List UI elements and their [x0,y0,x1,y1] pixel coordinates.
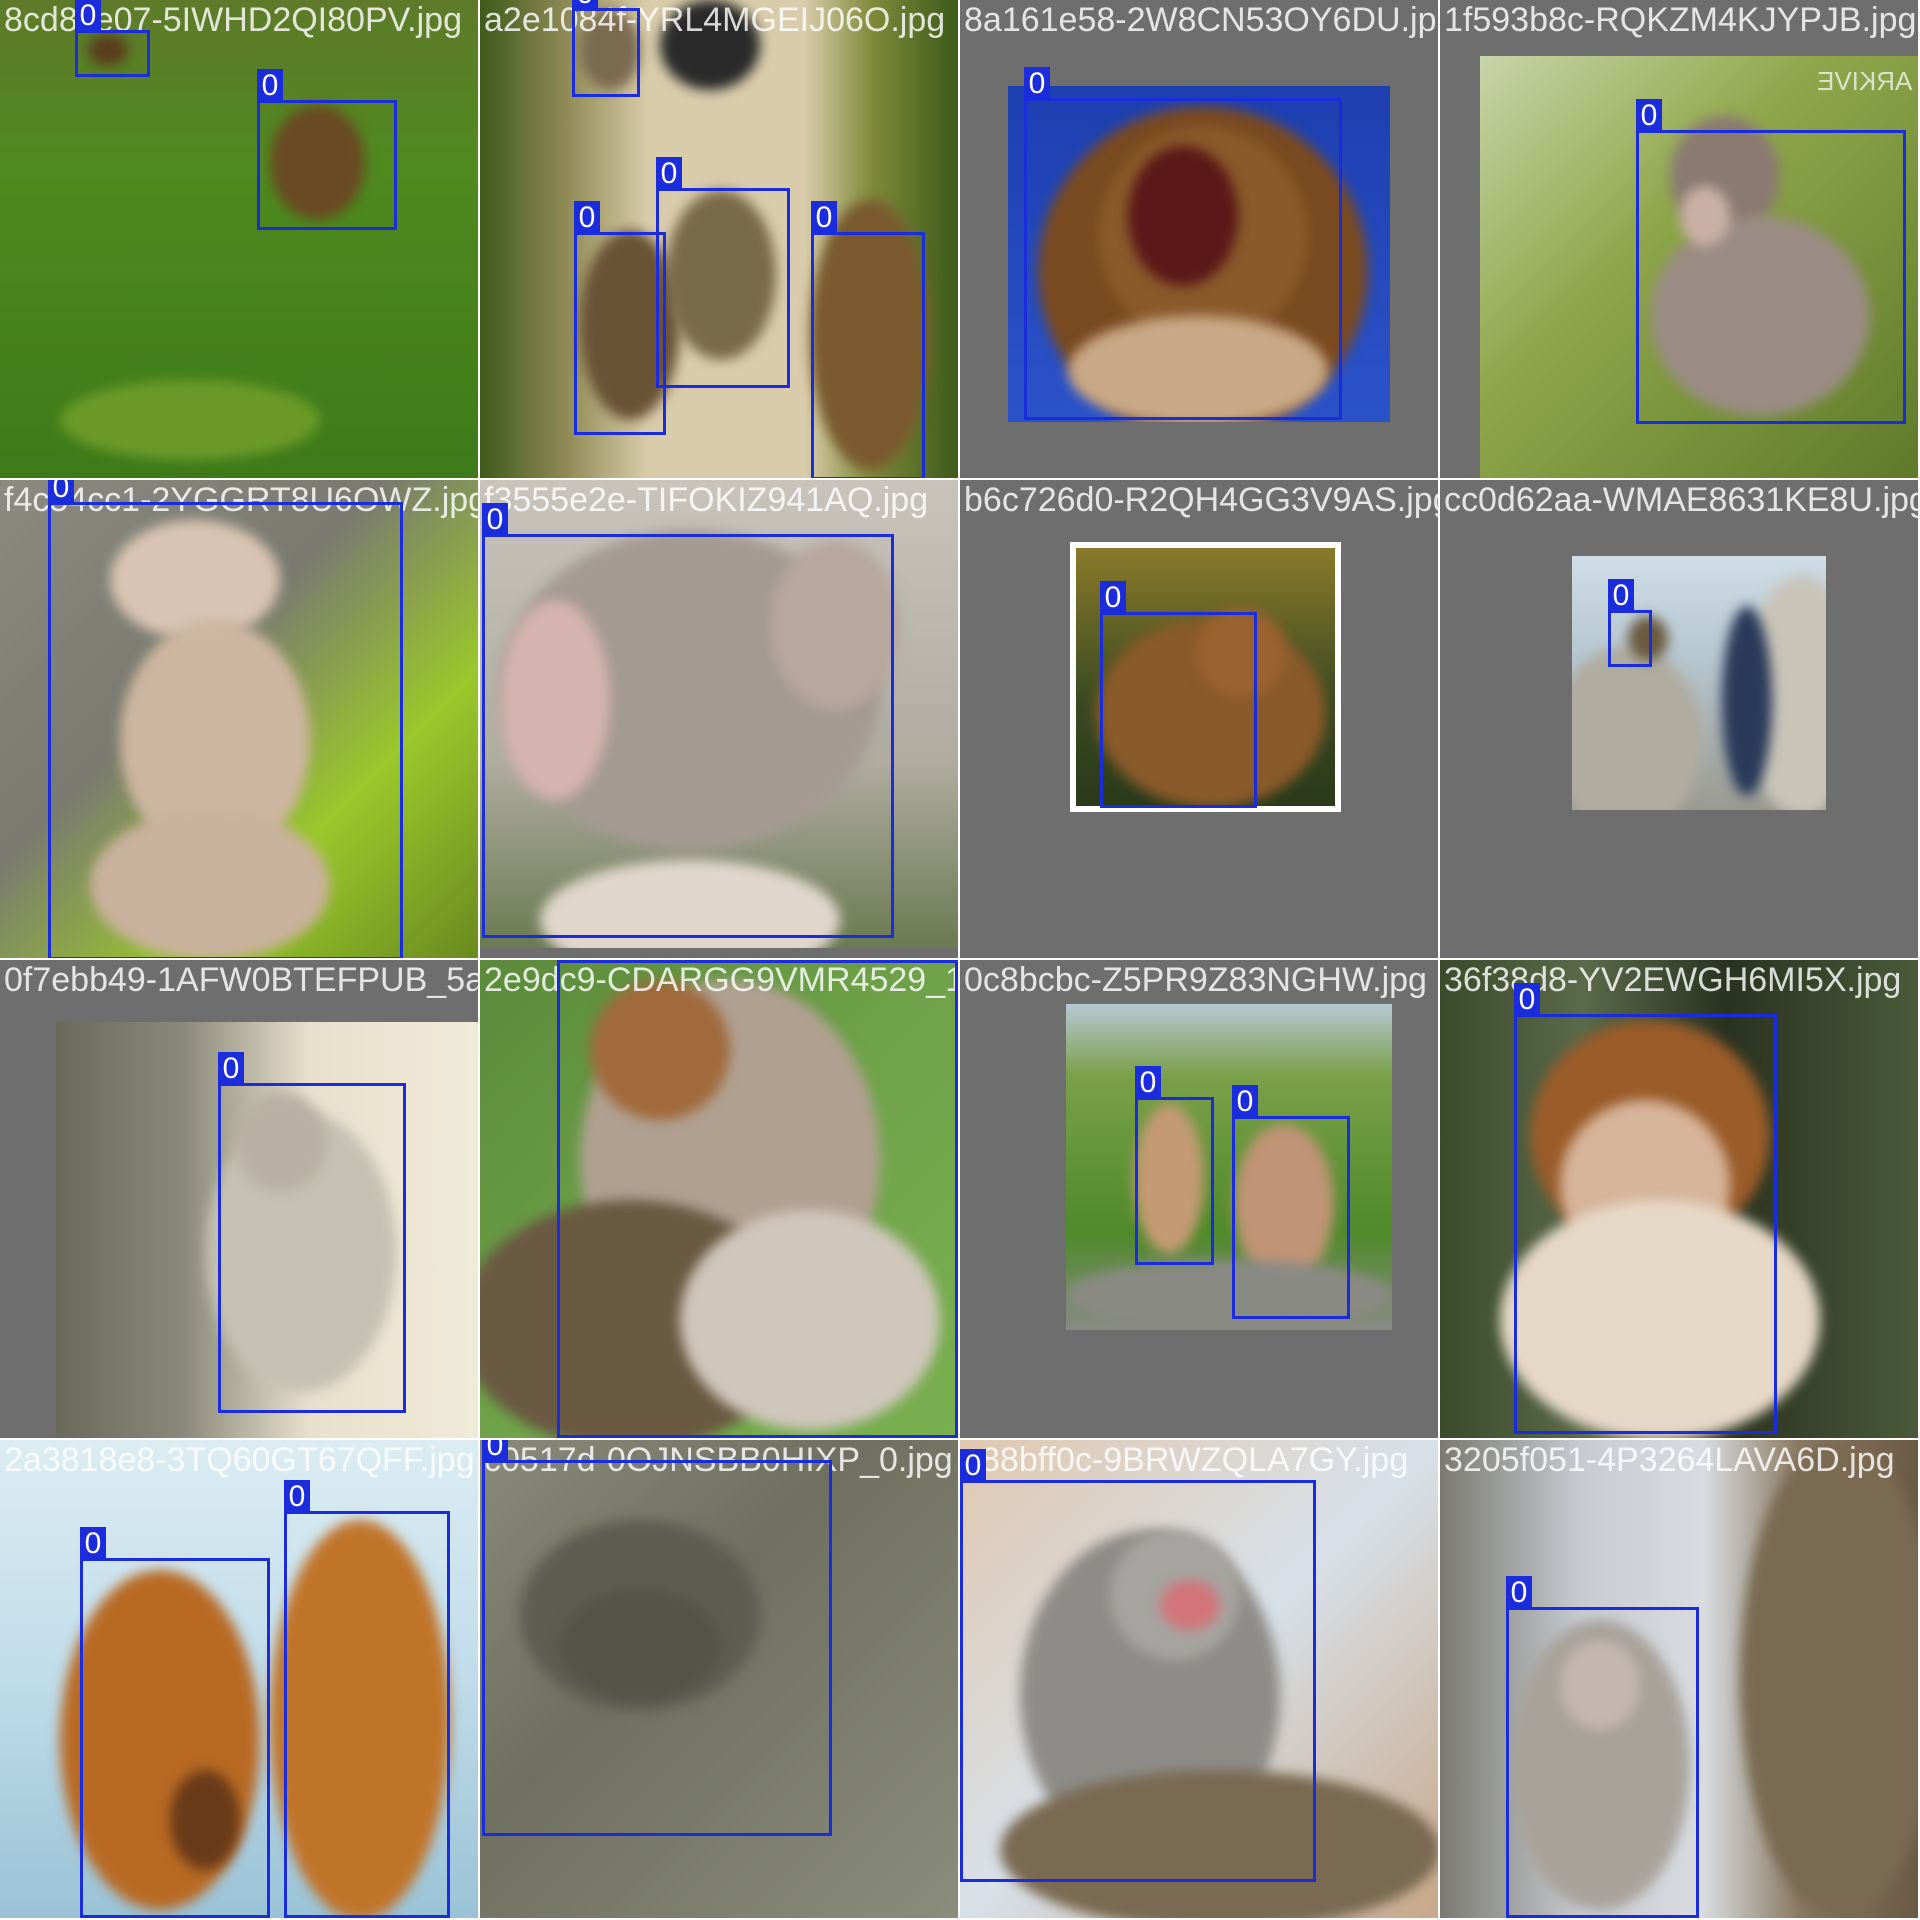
tile-filename: 0c8bcbc-Z5PR9Z83NGHW.jpg [964,961,1427,999]
tile-filename: 1f593b8c-RQKZM4KJYPJB.jpg [1444,1,1917,39]
image-region [1740,1440,1918,1918]
class-label: 0 [284,1480,310,1514]
tile-filename: 8cd8ce07-5IWHD2QI80PV.jpg [4,1,463,39]
mosaic-tile: 0f7ebb49-1AFW0BTEFPUB_5a2.jpg 0 [0,960,478,1438]
tile-filename: 8a161e58-2W8CN53OY6DU.jpg [964,1,1438,39]
mosaic-tile: ARKIVE 1f593b8c-RQKZM4KJYPJB.jpg 0 [1440,0,1918,478]
bounding-box: 0 [218,1052,406,1413]
bounding-box: 0 [572,0,640,97]
bounding-box: 0 [574,201,666,435]
bounding-box: 0 [1024,67,1342,420]
grid-separator [1438,0,1440,1920]
mosaic-tile: 36f38d8-YV2EWGH6MI5X.jpg 0 [1440,960,1918,1438]
mosaic-tile: c0517d-0OJNSBB0HIXP_0.jpg 0 [480,1440,958,1918]
mosaic-tile: 2e9dc9-CDARGG9VMR4529_1.jpg0 [480,960,958,1438]
bounding-box: 0 [1135,1066,1214,1265]
class-label: 0 [218,1052,244,1086]
class-label: 0 [482,1440,508,1463]
class-label: 0 [572,0,598,11]
grid-separator [478,0,480,1920]
mosaic-tile: b6c726d0-R2QH4GG3V9AS.jpg 0 [960,480,1438,958]
tile-filename: 3205f051-4P3264LAVA6D.jpg [1444,1441,1895,1479]
class-label: 0 [80,1527,106,1561]
bounding-box: 0 [656,157,790,388]
bounding-box: 0 [811,201,925,478]
bounding-box: 0 [257,69,397,230]
bounding-box: 0 [557,960,958,1438]
class-label: 0 [1100,581,1126,615]
bounding-box: 0 [482,503,894,938]
bounding-box: 0 [482,1440,832,1836]
mosaic-tile: 8a161e58-2W8CN53OY6DU.jpg 0 [960,0,1438,478]
mosaic-tile: f4c54cc1-2YGGRT8U6OWZ.jpg 0 [0,480,478,958]
class-label: 0 [1135,1066,1161,1100]
mosaic-tile: f3555e2e-TIFOKIZ941AQ.jpg 0 [480,480,958,958]
bounding-box: 0 [1636,99,1906,424]
bounding-box: 0 [80,1527,270,1918]
class-label: 0 [1024,67,1050,101]
tile-filename: a2e1084f-YRL4MGEIJ06O.jpg [484,1,946,39]
class-label: 0 [1608,579,1634,613]
class-label: 0 [557,960,583,963]
class-label: 0 [1232,1085,1258,1119]
class-label: 0 [656,157,682,191]
bounding-box: 0 [48,480,403,958]
class-label: 0 [482,503,508,537]
bounding-box: 0 [1506,1576,1699,1918]
grid-separator [0,478,1920,480]
image-region [1722,606,1772,796]
mosaic-tile: cc0d62aa-WMAE8631KE8U.jpg 0 [1440,480,1918,958]
mosaic-tile: a2e1084f-YRL4MGEIJ06O.jpg0000 [480,0,958,478]
image-region [60,380,320,460]
grid-separator [0,958,1920,960]
class-label: 0 [1506,1576,1532,1610]
image-region [1572,646,1702,810]
bounding-box: 0 [1232,1085,1350,1319]
watermark: ARKIVE [1816,66,1912,96]
class-label: 0 [811,201,837,235]
mosaic-grid: 8cd8ce07-5IWHD2QI80PV.jpg 0 0 a2e1084f-YRL4… [0,0,1920,1920]
tile-filename: b6c726d0-R2QH4GG3V9AS.jpg [964,481,1438,519]
bounding-box: 0 [1608,579,1652,667]
tile-filename: f3555e2e-TIFOKIZ941AQ.jpg [484,481,929,519]
bounding-box: 0 [1100,581,1257,808]
grid-separator [0,1438,1920,1440]
class-label: 0 [1514,983,1540,1017]
mosaic-tile: 8cd8ce07-5IWHD2QI80PV.jpg 0 0 [0,0,478,478]
grid-separator [958,0,960,1920]
class-label: 0 [257,69,283,103]
tile-filename: 0f7ebb49-1AFW0BTEFPUB_5a2.jpg [4,961,478,999]
tile-filename: 36f38d8-YV2EWGH6MI5X.jpg [1444,961,1902,999]
tile-filename: c88bff0c-9BRWZQLA7GY.jpg [964,1441,1409,1479]
tile-filename: cc0d62aa-WMAE8631KE8U.jpg [1444,481,1918,519]
class-label: 0 [574,201,600,235]
bounding-box: 0 [284,1480,450,1918]
class-label: 0 [75,0,101,33]
class-label: 0 [960,1449,986,1483]
tile-image [0,0,478,478]
mosaic-tile: 2a3818e8-3TQ60GT67QFF.jpg 0 0 [0,1440,478,1918]
bounding-box: 0 [1514,983,1777,1434]
class-label: 0 [48,480,74,505]
mosaic-tile: 0c8bcbc-Z5PR9Z83NGHW.jpg 0 0 [960,960,1438,1438]
class-label: 0 [1636,99,1662,133]
bounding-box: 0 [75,0,150,77]
mosaic-tile: 3205f051-4P3264LAVA6D.jpg 0 [1440,1440,1918,1918]
bounding-box: 0 [960,1449,1316,1882]
tile-filename: 2a3818e8-3TQ60GT67QFF.jpg [4,1441,475,1479]
mosaic-tile: c88bff0c-9BRWZQLA7GY.jpg 0 [960,1440,1438,1918]
